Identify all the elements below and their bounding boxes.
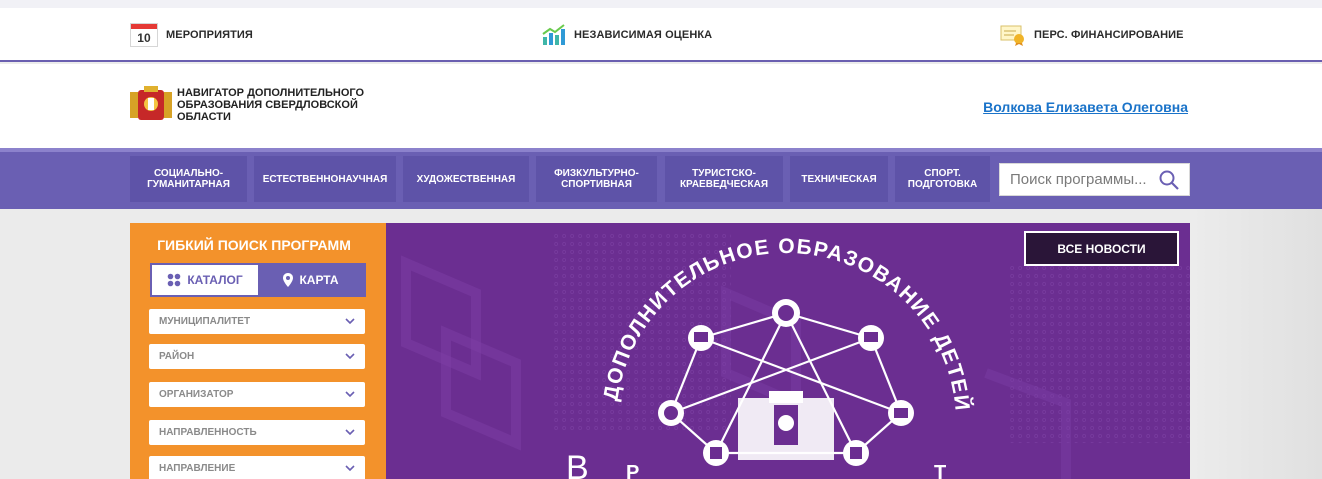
banner-arc-fragment-right: Т (934, 462, 946, 479)
financing-label: ПЕРС. ФИНАНСИРОВАНИЕ (1034, 29, 1184, 41)
map-mode-label: КАРТА (299, 273, 339, 287)
chevron-down-icon (345, 429, 355, 436)
events-link[interactable]: 10 МЕРОПРИЯТИЯ (130, 18, 253, 52)
top-strip (0, 0, 1322, 8)
calendar-icon: 10 (130, 23, 158, 47)
focus-select[interactable]: НАПРАВЛЕННОСТЬ (149, 420, 365, 445)
right-gutter (1190, 209, 1322, 479)
evaluation-label: НЕЗАВИСИМАЯ ОЦЕНКА (574, 29, 713, 41)
certificate-icon (1000, 25, 1024, 46)
map-mode-button[interactable]: КАРТА (258, 265, 364, 295)
search-input[interactable] (1010, 171, 1158, 188)
view-mode-toggle: КАТАЛОГ КАРТА (150, 263, 366, 297)
organizer-select-label: ОРГАНИЗАТОР (159, 389, 234, 400)
catalog-mode-label: КАТАЛОГ (187, 273, 243, 287)
municipality-select[interactable]: МУНИЦИПАЛИТЕТ (149, 309, 365, 334)
category-nav: СОЦИАЛЬНО-ГУМАНИТАРНАЯ ЕСТЕСТВЕННОНАУЧНА… (0, 148, 1322, 209)
grid-icon (168, 273, 181, 287)
personal-financing-link[interactable]: ПЕРС. ФИНАНСИРОВАНИЕ (1000, 18, 1184, 52)
nav-item-tourism[interactable]: ТУРИСТСКО-КРАЕВЕДЧЕСКАЯ (665, 156, 783, 202)
map-pin-icon (283, 273, 294, 287)
banner-arc-fragment-left: Р (626, 462, 639, 479)
district-select[interactable]: РАЙОН (149, 344, 365, 369)
calendar-day: 10 (137, 31, 151, 45)
events-label: МЕРОПРИЯТИЯ (166, 29, 253, 41)
focus-select-label: НАПРАВЛЕННОСТЬ (159, 427, 257, 438)
organizer-select[interactable]: ОРГАНИЗАТОР (149, 382, 365, 407)
chevron-down-icon (345, 391, 355, 398)
nav-item-technical[interactable]: ТЕХНИЧЕСКАЯ (790, 156, 888, 202)
all-news-button[interactable]: ВСЕ НОВОСТИ (1024, 231, 1179, 266)
nav-item-social[interactable]: СОЦИАЛЬНО-ГУМАНИТАРНАЯ (130, 156, 247, 202)
nav-item-sport[interactable]: ФИЗКУЛЬТУРНО-СПОРТИВНАЯ (536, 156, 657, 202)
nav-item-sport-training[interactable]: СПОРТ. ПОДГОТОВКА (895, 156, 990, 202)
growth-chart-icon (542, 24, 565, 45)
independent-evaluation-link[interactable]: НЕЗАВИСИМАЯ ОЦЕНКА (542, 18, 712, 52)
banner-headline-fragment: В (566, 449, 589, 479)
user-profile-link[interactable]: Волкова Елизавета Олеговна (983, 99, 1188, 115)
municipality-select-label: МУНИЦИПАЛИТЕТ (159, 316, 251, 327)
top-bar: 10 МЕРОПРИЯТИЯ НЕЗАВИСИМАЯ ОЦЕНКА ПЕРС. … (0, 8, 1322, 62)
search-icon[interactable] (1159, 170, 1179, 190)
district-select-label: РАЙОН (159, 351, 195, 362)
coat-of-arms-logo[interactable] (130, 86, 172, 122)
direction-select-label: НАПРАВЛЕНИЕ (159, 463, 236, 474)
direction-select[interactable]: НАПРАВЛЕНИЕ (149, 456, 365, 479)
chevron-down-icon (345, 465, 355, 472)
chevron-down-icon (345, 353, 355, 360)
nav-item-art[interactable]: ХУДОЖЕСТВЕННАЯ (403, 156, 529, 202)
site-brand[interactable]: НАВИГАТОР ДОПОЛНИТЕЛЬНОГО ОБРАЗОВАНИЯ СВ… (177, 87, 397, 123)
nav-item-science[interactable]: ЕСТЕСТВЕННОНАУЧНАЯ (254, 156, 396, 202)
chevron-down-icon (345, 318, 355, 325)
coat-of-arms-emblem (738, 391, 834, 460)
filter-title: ГИБКИЙ ПОИСК ПРОГРАММ (157, 237, 351, 253)
catalog-mode-button[interactable]: КАТАЛОГ (152, 265, 258, 295)
program-search (999, 163, 1190, 196)
